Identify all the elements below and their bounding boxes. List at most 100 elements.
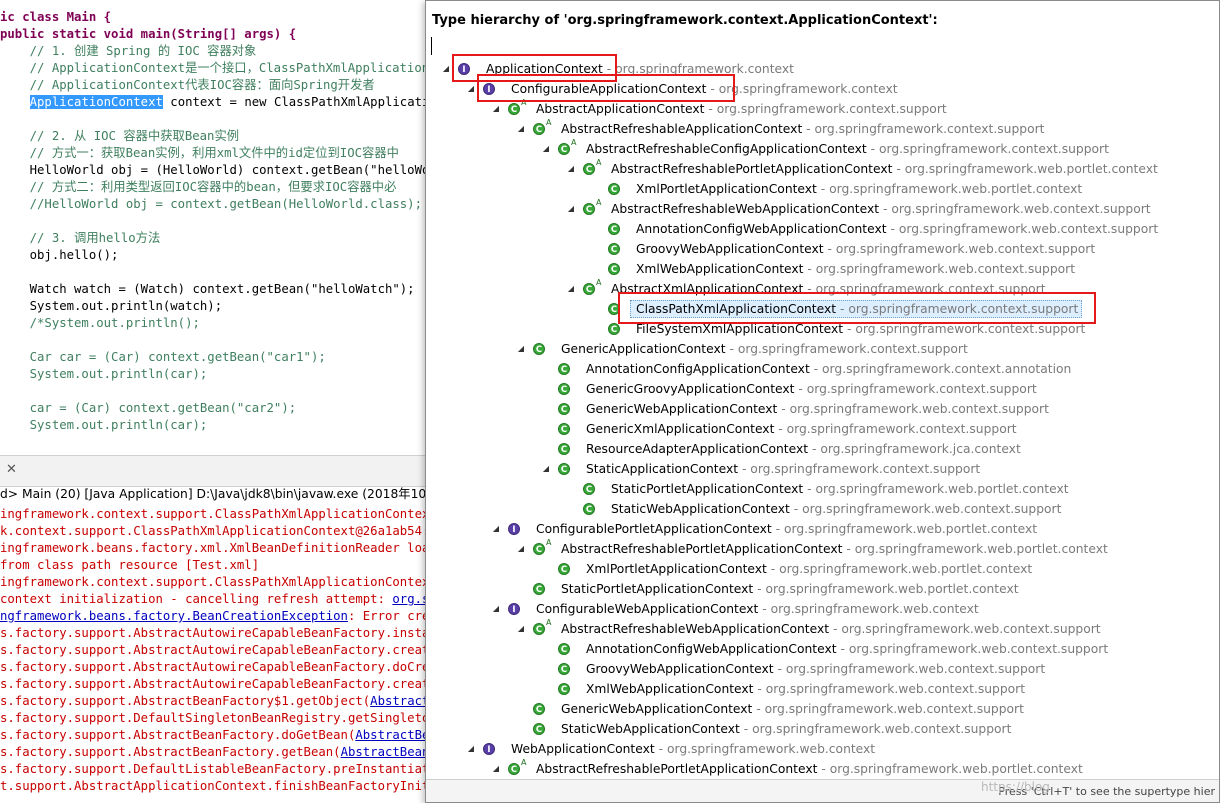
type-name[interactable]: AbstractApplicationContext: [536, 99, 705, 119]
type-name[interactable]: GenericGroovyApplicationContext: [586, 379, 794, 399]
code-line[interactable]: Watch watch = (Watch) context.getBean("h…: [0, 281, 415, 298]
tree-node[interactable]: C GenericWebApplicationContext - org.spri…: [426, 699, 1219, 719]
type-name[interactable]: AbstractRefreshableWebApplicationContext: [561, 619, 829, 639]
code-line[interactable]: // 1. 创建 Spring 的 IOC 容器对象: [0, 43, 257, 60]
tree-node[interactable]: ◢ C A AbstractApplicationContext - org.spri…: [426, 98, 1219, 119]
expand-toggle-icon[interactable]: ◢: [566, 199, 576, 219]
type-name[interactable]: ConfigurablePortletApplicationContext: [536, 519, 772, 539]
tree-node[interactable]: ◢ C A AbstractRefreshableApplicationContext…: [426, 118, 1219, 139]
code-line[interactable]: // ApplicationContext是一个接口，ClassPathXmlA…: [0, 60, 425, 77]
code-line[interactable]: System.out.println(watch);: [0, 298, 223, 315]
tree-node[interactable]: C XmlWebApplicationContext - org.springfr…: [426, 679, 1219, 699]
expand-toggle-icon[interactable]: ◢: [491, 759, 501, 779]
stacktrace-link[interactable]: AbstractBeanF: [355, 728, 425, 742]
tree-node[interactable]: C StaticPortletApplicationContext - org.s…: [426, 479, 1219, 499]
tree-node[interactable]: C StaticPortletApplicationContext - org.s…: [426, 579, 1219, 599]
expand-toggle-icon[interactable]: ◢: [566, 159, 576, 179]
close-icon[interactable]: ✕: [6, 462, 17, 477]
type-name[interactable]: XmlWebApplicationContext: [636, 259, 804, 279]
code-line[interactable]: // ApplicationContext代表IOC容器：面向Spring开发者: [0, 77, 375, 94]
type-name[interactable]: GenericApplicationContext: [561, 339, 726, 359]
tree-node[interactable]: ◢ C A AbstractRefreshableWebApplicationCont…: [426, 618, 1219, 639]
code-line[interactable]: ic class Main {: [0, 9, 111, 26]
type-name[interactable]: StaticApplicationContext: [586, 459, 738, 479]
tree-node[interactable]: ◢ C GenericApplicationContext - org.spring…: [426, 339, 1219, 359]
expand-toggle-icon[interactable]: ◢: [566, 279, 576, 299]
filter-input[interactable]: [431, 37, 1217, 55]
code-line[interactable]: obj.hello();: [0, 247, 119, 264]
expand-toggle-icon[interactable]: ◢: [441, 59, 451, 79]
tree-node[interactable]: C AnnotationConfigWebApplicationContext -…: [426, 219, 1219, 239]
expand-toggle-icon[interactable]: ◢: [516, 119, 526, 139]
type-name[interactable]: AbstractRefreshableApplicationContext: [561, 119, 802, 139]
code-line[interactable]: Car car = (Car) context.getBean("car1");: [0, 349, 326, 366]
code-line[interactable]: public static void main(String[] args) {: [0, 26, 296, 43]
tree-node[interactable]: C AnnotationConfigApplicationContext - or…: [426, 359, 1219, 379]
code-line[interactable]: // 3. 调用hello方法: [0, 230, 161, 247]
console-output[interactable]: ingframework.context.support.ClassPathXm…: [0, 503, 425, 803]
tree-node[interactable]: ◢ C A AbstractRefreshablePortletApplication…: [426, 158, 1219, 179]
code-line[interactable]: System.out.println(car);: [0, 417, 208, 434]
expand-toggle-icon[interactable]: ◢: [491, 599, 501, 619]
selected-text[interactable]: ApplicationContext: [29, 95, 163, 109]
code-line[interactable]: ApplicationContext context = new ClassPa…: [0, 94, 425, 111]
type-name[interactable]: AbstractRefreshableWebApplicationContext: [611, 199, 879, 219]
type-name[interactable]: GenericXmlApplicationContext: [586, 419, 774, 439]
stacktrace-link[interactable]: org.spri: [392, 592, 425, 606]
tree-node[interactable]: C GenericGroovyApplicationContext - org.s…: [426, 379, 1219, 399]
tree-node[interactable]: ◢ C StaticApplicationContext - org.springf…: [426, 459, 1219, 479]
type-name[interactable]: AnnotationConfigWebApplicationContext: [586, 639, 837, 659]
expand-toggle-icon[interactable]: ◢: [516, 339, 526, 359]
type-name[interactable]: StaticWebApplicationContext: [611, 499, 790, 519]
type-name[interactable]: XmlPortletApplicationContext: [586, 559, 767, 579]
type-name[interactable]: AnnotationConfigApplicationContext: [586, 359, 810, 379]
expand-toggle-icon[interactable]: ◢: [466, 79, 476, 99]
type-hierarchy-popup[interactable]: Type hierarchy of 'org.springframework.c…: [425, 0, 1220, 803]
type-name[interactable]: AbstractRefreshablePortletApplicationCon…: [611, 159, 892, 179]
type-name[interactable]: ResourceAdapterApplicationContext: [586, 439, 808, 459]
expand-toggle-icon[interactable]: ◢: [541, 139, 551, 159]
tree-node[interactable]: C GenericWebApplicationContext - org.spri…: [426, 399, 1219, 419]
expand-toggle-icon[interactable]: ◢: [491, 519, 501, 539]
code-line[interactable]: System.out.println(car);: [0, 366, 208, 383]
tree-node[interactable]: ◢ C A AbstractRefreshablePortletApplication…: [426, 538, 1219, 559]
tree-node[interactable]: ◢ I ConfigurableWebApplicationContext - or…: [426, 599, 1219, 619]
type-name[interactable]: StaticPortletApplicationContext: [611, 479, 803, 499]
code-editor[interactable]: ic class Main {public static void main(S…: [0, 0, 425, 455]
tree-node[interactable]: C GenericXmlApplicationContext - org.spri…: [426, 419, 1219, 439]
type-name[interactable]: StaticPortletApplicationContext: [561, 579, 753, 599]
tree-node[interactable]: ◢ I WebApplicationContext - org.springfram…: [426, 739, 1219, 759]
code-line[interactable]: /*System.out.println();: [0, 315, 200, 332]
stacktrace-link[interactable]: ngframework.beans.factory.BeanCreationEx…: [0, 609, 348, 623]
type-name[interactable]: ConfigurableWebApplicationContext: [536, 599, 758, 619]
tree-node[interactable]: C GroovyWebApplicationContext - org.sprin…: [426, 239, 1219, 259]
stacktrace-link[interactable]: AbstractBeanFac: [341, 745, 425, 759]
type-name[interactable]: AbstractRefreshablePortletApplicationCon…: [561, 539, 842, 559]
tree-node[interactable]: C XmlPortletApplicationContext - org.spri…: [426, 179, 1219, 199]
code-line[interactable]: // 方式一：获取Bean实例，利用xml文件中的id定位到IOC容器中: [0, 145, 399, 162]
expand-toggle-icon[interactable]: ◢: [541, 459, 551, 479]
type-name[interactable]: WebApplicationContext: [511, 739, 655, 759]
type-name[interactable]: GenericWebApplicationContext: [586, 399, 777, 419]
type-name[interactable]: GroovyWebApplicationContext: [586, 659, 774, 679]
type-name[interactable]: XmlPortletApplicationContext: [636, 179, 817, 199]
code-line[interactable]: HelloWorld obj = (HelloWorld) context.ge…: [0, 162, 425, 179]
type-name[interactable]: StaticWebApplicationContext: [561, 719, 740, 739]
type-name[interactable]: GroovyWebApplicationContext: [636, 239, 824, 259]
code-line[interactable]: // 2. 从 IOC 容器中获取Bean实例: [0, 128, 239, 145]
code-line[interactable]: car = (Car) context.getBean("car2");: [0, 400, 297, 417]
expand-toggle-icon[interactable]: ◢: [491, 99, 501, 119]
type-name[interactable]: XmlWebApplicationContext: [586, 679, 754, 699]
stacktrace-link[interactable]: AbstractBea: [370, 694, 425, 708]
tree-node[interactable]: C AnnotationConfigWebApplicationContext -…: [426, 639, 1219, 659]
tree-node[interactable]: C ResourceAdapterApplicationContext - org…: [426, 439, 1219, 459]
expand-toggle-icon[interactable]: ◢: [466, 739, 476, 759]
type-name[interactable]: GenericWebApplicationContext: [561, 699, 752, 719]
expand-toggle-icon[interactable]: ◢: [516, 539, 526, 559]
tree-node[interactable]: C StaticWebApplicationContext - org.sprin…: [426, 719, 1219, 739]
tree-node[interactable]: ◢ C A AbstractRefreshableConfigApplicationC…: [426, 138, 1219, 159]
tree-node[interactable]: C XmlPortletApplicationContext - org.spri…: [426, 559, 1219, 579]
hierarchy-tree[interactable]: ◢ I ApplicationContext - org.springframewo…: [426, 59, 1219, 779]
tree-node[interactable]: C GroovyWebApplicationContext - org.sprin…: [426, 659, 1219, 679]
expand-toggle-icon[interactable]: ◢: [516, 619, 526, 639]
